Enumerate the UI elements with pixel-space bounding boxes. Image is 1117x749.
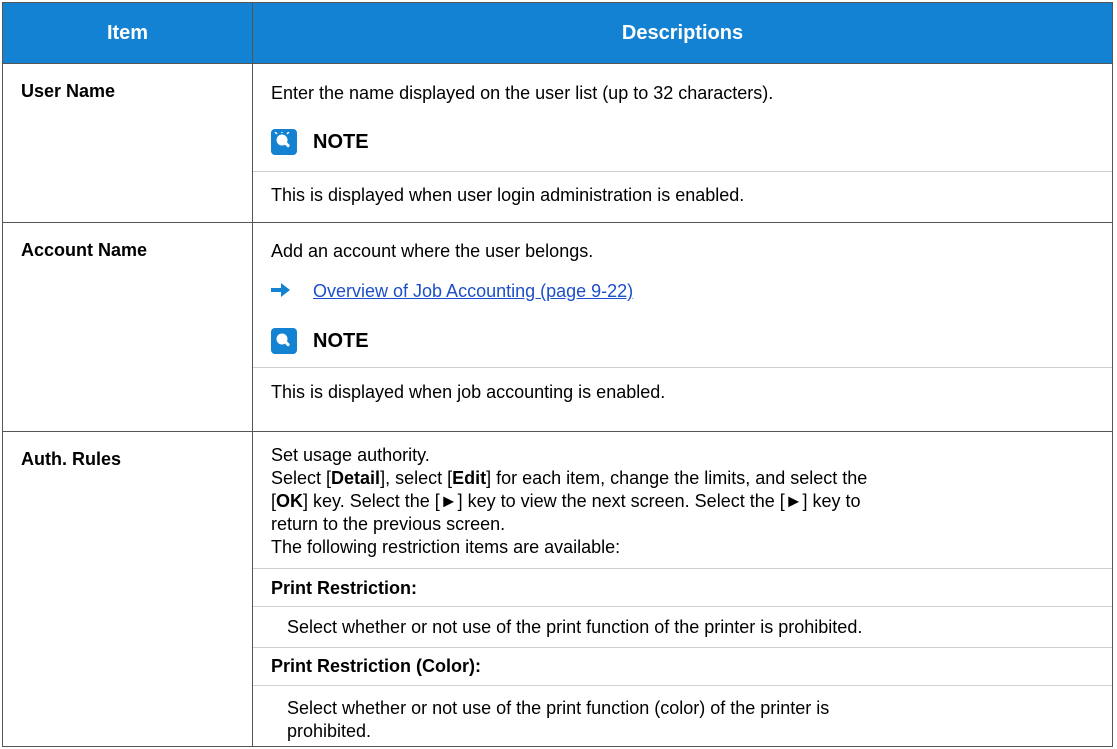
note-lightbulb-icon: [271, 328, 297, 354]
print-restriction-color-line-2: prohibited.: [287, 721, 372, 741]
item-cell: User Name: [2, 63, 253, 223]
header-item: Item: [2, 2, 253, 64]
note-text: This is displayed when job accounting is…: [253, 367, 1112, 404]
auth-line-3: [OK] key. Select the [►] key to view the…: [271, 491, 861, 511]
job-accounting-link[interactable]: Overview of Job Accounting (page 9-22): [313, 280, 633, 303]
note-text: This is displayed when user login admini…: [253, 171, 1112, 207]
right-arrow-icon: [271, 282, 291, 302]
description-cell: Enter the name displayed on the user lis…: [252, 63, 1113, 223]
item-cell: Account Name: [2, 222, 253, 432]
auth-line-2: Select [Detail], select [Edit] for each …: [271, 468, 868, 488]
table-row: User Name Enter the name displayed on th…: [2, 63, 1113, 223]
ok-key-label: OK: [276, 491, 304, 511]
print-restriction-heading: Print Restriction:: [253, 568, 1112, 606]
note-header: NOTE: [253, 113, 1112, 171]
table-row: Account Name Add an account where the us…: [2, 222, 1113, 432]
description-cell: Add an account where the user belongs. O…: [252, 222, 1113, 432]
item-label-account-name: Account Name: [21, 240, 148, 260]
note-lightbulb-icon: [271, 129, 297, 155]
print-restriction-text: Select whether or not use of the print f…: [253, 606, 1112, 647]
header-descriptions: Descriptions: [252, 2, 1113, 64]
table-header-row: Item Descriptions: [2, 2, 1113, 64]
note-header: NOTE: [253, 315, 1112, 367]
description-cell: Set usage authority. Select [Detail], se…: [252, 431, 1113, 747]
auth-line-1: Set usage authority.: [271, 445, 430, 465]
settings-table: Item Descriptions User Name Enter the na…: [2, 2, 1113, 747]
auth-rules-description: Set usage authority. Select [Detail], se…: [253, 432, 1112, 568]
cross-reference: Overview of Job Accounting (page 9-22): [253, 280, 1112, 303]
auth-line-5: The following restriction items are avai…: [271, 537, 621, 557]
user-name-description: Enter the name displayed on the user lis…: [271, 83, 774, 103]
detail-key-label: Detail: [331, 468, 381, 488]
item-label-user-name: User Name: [21, 81, 116, 101]
print-restriction-color-line-1: Select whether or not use of the print f…: [287, 698, 830, 718]
account-name-description: Add an account where the user belongs.: [271, 241, 594, 261]
print-restriction-color-text: Select whether or not use of the print f…: [253, 685, 1112, 743]
item-cell: Auth. Rules: [2, 431, 253, 747]
print-restriction-color-heading: Print Restriction (Color):: [253, 647, 1112, 685]
table-row: Auth. Rules Set usage authority. Select …: [2, 431, 1113, 747]
item-label-auth-rules: Auth. Rules: [21, 449, 122, 469]
edit-key-label: Edit: [452, 468, 487, 488]
auth-line-4: return to the previous screen.: [271, 514, 506, 534]
note-label: NOTE: [313, 329, 369, 352]
note-label: NOTE: [313, 130, 369, 153]
